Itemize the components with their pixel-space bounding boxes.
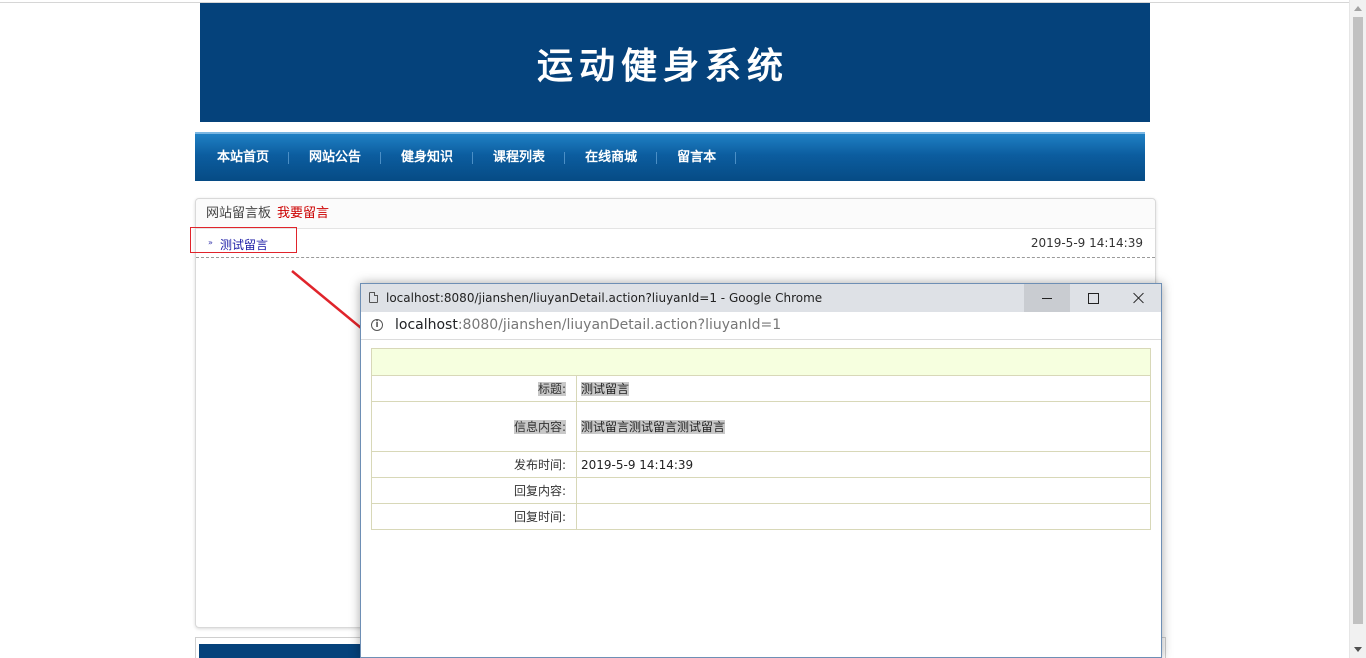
table-row: 标题: 测试留言	[371, 375, 1151, 402]
table-row: 回复时间:	[371, 503, 1151, 530]
page-icon	[369, 292, 378, 303]
address-url: localhost:8080/jianshen/liuyanDetail.act…	[395, 317, 781, 333]
nav-online-shop[interactable]: 在线商城	[565, 150, 656, 165]
address-bar[interactable]: i localhost:8080/jianshen/liuyanDetail.a…	[361, 312, 1161, 340]
scroll-down-icon[interactable]	[1354, 647, 1362, 652]
detail-label: 回复内容:	[371, 477, 577, 504]
address-path: :8080/jianshen/liuyanDetail.action?liuya…	[457, 317, 782, 333]
list-item: » 测试留言 2019-5-9 14:14:39	[196, 229, 1155, 258]
detail-label: 信息内容:	[371, 401, 577, 452]
annotation-highlight-box	[190, 227, 297, 253]
detail-value	[576, 477, 1151, 504]
close-button[interactable]	[1116, 284, 1162, 312]
window-title: localhost:8080/jianshen/liuyanDetail.act…	[386, 291, 823, 305]
nav-announcements[interactable]: 网站公告	[289, 150, 380, 165]
info-icon[interactable]: i	[371, 319, 383, 331]
nav-fitness-knowledge[interactable]: 健身知识	[381, 150, 472, 165]
detail-label: 标题:	[371, 375, 577, 402]
scroll-thumb[interactable]	[1353, 17, 1363, 624]
table-row: 发布时间: 2019-5-9 14:14:39	[371, 451, 1151, 478]
address-host: localhost	[395, 317, 458, 333]
detail-value	[576, 503, 1151, 530]
window-titlebar[interactable]: localhost:8080/jianshen/liuyanDetail.act…	[361, 284, 1161, 312]
table-header-row	[371, 348, 1151, 376]
maximize-button[interactable]	[1070, 284, 1116, 312]
detail-label: 发布时间:	[371, 451, 577, 478]
main-nav: 本站首页 网站公告 健身知识 课程列表 在线商城 留言本	[195, 132, 1145, 181]
message-time: 2019-5-9 14:14:39	[1030, 236, 1143, 250]
panel-header: 网站留言板 我要留言	[196, 199, 1155, 229]
page-scrollbar[interactable]	[1349, 0, 1366, 658]
scroll-up-icon[interactable]	[1354, 6, 1362, 11]
message-detail-table: 标题: 测试留言 信息内容: 测试留言测试留言测试留言 发布时间: 2019-5…	[371, 348, 1151, 530]
minimize-button[interactable]	[1024, 284, 1070, 312]
nav-guestbook[interactable]: 留言本	[657, 150, 735, 165]
site-title: 运动健身系统	[536, 45, 789, 87]
nav-course-list[interactable]: 课程列表	[473, 150, 564, 165]
table-row: 信息内容: 测试留言测试留言测试留言	[371, 401, 1151, 452]
table-header-cell	[371, 348, 1151, 376]
detail-value: 2019-5-9 14:14:39	[576, 451, 1151, 478]
detail-value: 测试留言测试留言测试留言	[576, 401, 1151, 452]
site-banner: 运动健身系统	[200, 3, 1150, 122]
post-message-link[interactable]: 我要留言	[277, 206, 329, 221]
nav-home[interactable]: 本站首页	[195, 150, 288, 165]
nav-separator	[735, 151, 737, 164]
table-row: 回复内容:	[371, 477, 1151, 504]
detail-value: 测试留言	[576, 375, 1151, 402]
panel-title: 网站留言板	[206, 206, 272, 221]
popup-window: localhost:8080/jianshen/liuyanDetail.act…	[360, 283, 1162, 658]
detail-label: 回复时间:	[371, 503, 577, 530]
